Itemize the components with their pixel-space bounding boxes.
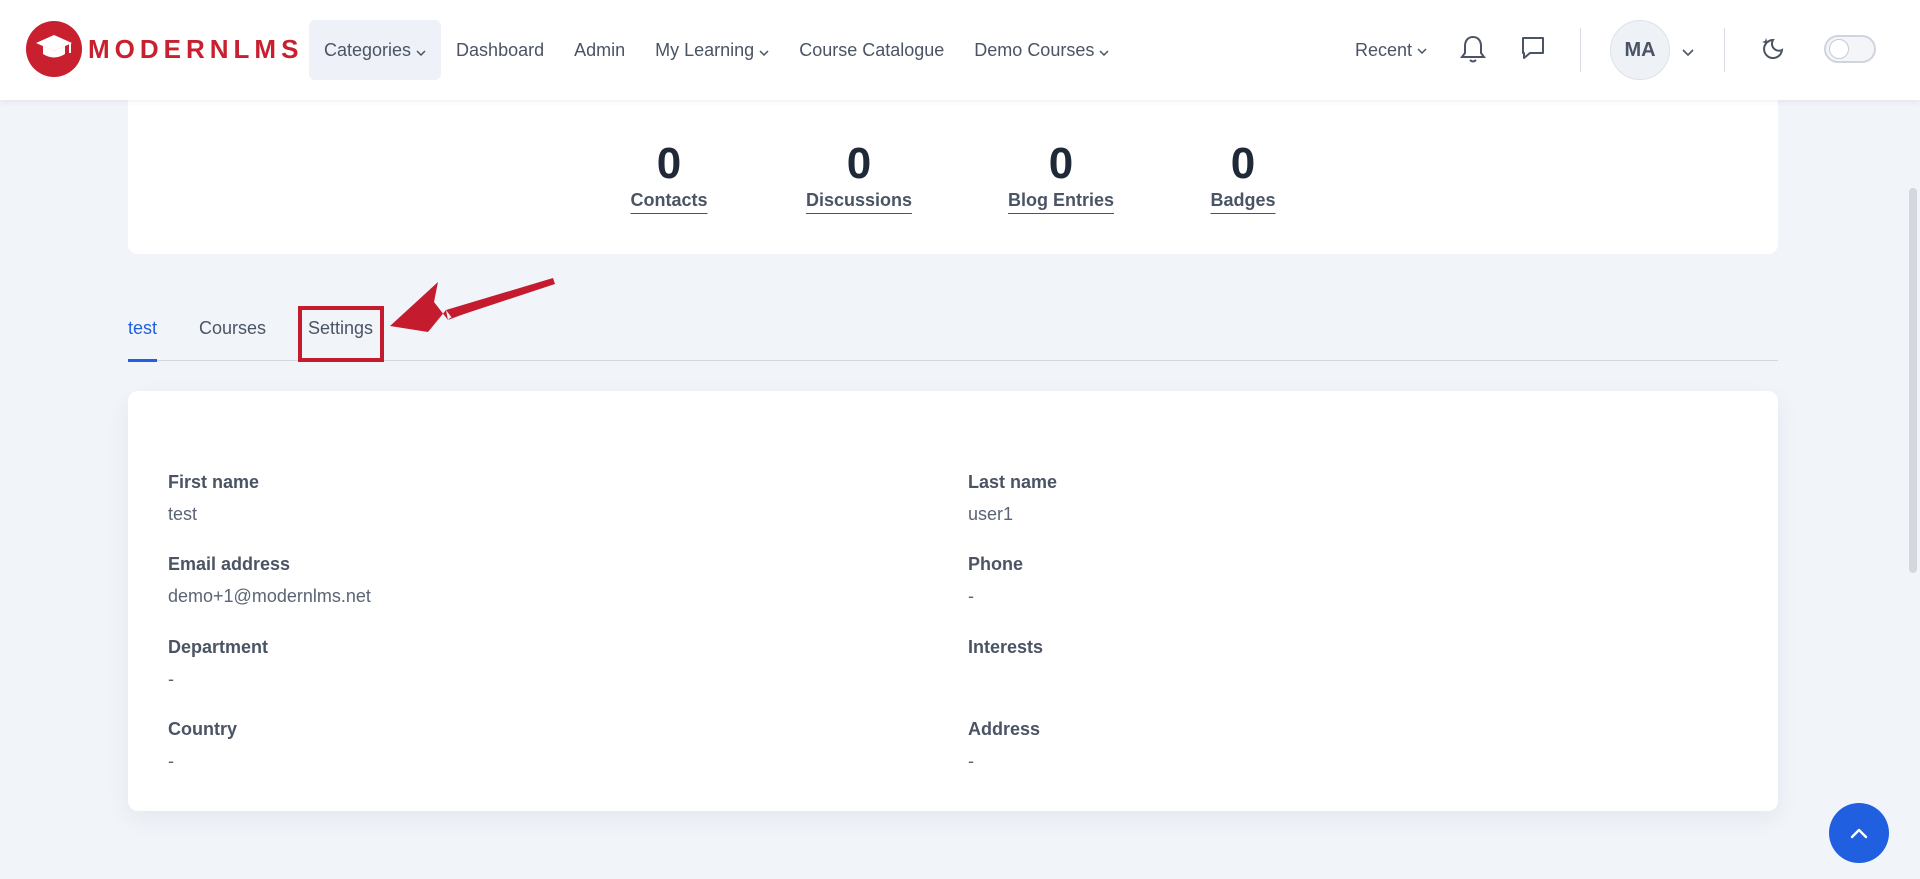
avatar[interactable]: MA <box>1610 20 1670 80</box>
stat-discussions: 0 Discussions <box>805 138 913 214</box>
field-department: Department - <box>168 636 268 690</box>
toggle-knob <box>1829 39 1849 59</box>
logo-text: MODERNLMS <box>88 33 304 64</box>
nav-course-catalogue[interactable]: Course Catalogue <box>784 20 959 80</box>
nav-demo-courses-label: Demo Courses <box>974 39 1095 60</box>
chevron-up-icon <box>1850 828 1868 839</box>
bell-icon[interactable] <box>1460 34 1486 69</box>
field-value: test <box>168 504 198 524</box>
field-phone: Phone - <box>968 553 1023 607</box>
nav-my-learning-label: My Learning <box>655 39 755 60</box>
stat-badges: 0 Badges <box>1210 138 1276 214</box>
top-navigation-bar: MODERNLMS Categories Dashboard Admin My … <box>0 0 1920 100</box>
nav-admin-label: Admin <box>574 39 626 60</box>
field-value: user1 <box>968 504 1014 524</box>
chevron-down-icon <box>1099 40 1109 61</box>
scrollbar-thumb[interactable] <box>1909 188 1917 573</box>
tab-test[interactable]: test <box>128 318 158 362</box>
stat-contacts-link[interactable]: Contacts <box>630 190 708 214</box>
stat-value: 0 <box>846 139 872 188</box>
field-label: Interests <box>968 637 1044 657</box>
chevron-down-icon <box>1417 41 1427 59</box>
stat-value: 0 <box>1048 139 1074 188</box>
profile-stats-card: 0 Contacts 0 Discussions 0 Blog Entries … <box>128 80 1778 254</box>
field-label: Address <box>968 719 1041 739</box>
field-country: Country - <box>168 718 237 772</box>
nav-categories[interactable]: Categories <box>309 20 442 80</box>
chat-icon[interactable] <box>1519 34 1547 67</box>
field-label: Last name <box>968 472 1058 492</box>
field-value: demo+1@modernlms.net <box>168 586 371 606</box>
field-value: - <box>968 586 974 606</box>
stat-value: 0 <box>1230 139 1256 188</box>
tab-courses[interactable]: Courses <box>199 318 266 359</box>
field-label: First name <box>168 472 260 492</box>
field-value: - <box>968 751 974 771</box>
field-label: Country <box>168 719 237 739</box>
nav-admin[interactable]: Admin <box>559 20 640 80</box>
field-interests: Interests <box>968 636 1043 668</box>
chevron-down-icon <box>759 40 769 61</box>
chevron-down-icon <box>416 40 426 61</box>
nav-course-catalogue-label: Course Catalogue <box>799 39 945 60</box>
back-to-top-button[interactable] <box>1829 803 1889 863</box>
stat-blog-entries: 0 Blog Entries <box>1007 138 1115 214</box>
field-address: Address - <box>968 718 1040 772</box>
annotation-arrow-icon <box>390 278 555 332</box>
recent-dropdown[interactable]: Recent <box>1340 20 1427 80</box>
field-label: Department <box>168 637 269 657</box>
theme-toggle[interactable] <box>1824 35 1876 63</box>
field-first-name: First name test <box>168 471 259 525</box>
moon-sparkle-icon[interactable] <box>1760 34 1790 69</box>
header-divider <box>1724 28 1725 72</box>
graduation-cap-logo-icon <box>26 21 82 77</box>
field-last-name: Last name user1 <box>968 471 1057 525</box>
profile-details-card: First name test Last name user1 Email ad… <box>128 391 1778 811</box>
field-email: Email address demo+1@modernlms.net <box>168 553 371 607</box>
header-divider <box>1580 28 1581 72</box>
stat-discussions-link[interactable]: Discussions <box>805 190 913 214</box>
avatar-initials: MA <box>1624 38 1656 61</box>
nav-demo-courses[interactable]: Demo Courses <box>959 20 1124 80</box>
page-scrollbar[interactable] <box>1906 100 1920 879</box>
nav-dashboard-label: Dashboard <box>456 39 545 60</box>
logo[interactable]: MODERNLMS <box>26 21 303 77</box>
field-value: - <box>168 669 174 689</box>
stat-blog-entries-link[interactable]: Blog Entries <box>1007 190 1115 214</box>
field-label: Phone <box>968 554 1024 574</box>
stat-badges-link[interactable]: Badges <box>1210 190 1276 214</box>
stat-contacts: 0 Contacts <box>630 138 708 214</box>
field-label: Email address <box>168 554 291 574</box>
annotation-highlight-box <box>298 306 384 362</box>
chevron-down-icon[interactable] <box>1682 44 1694 62</box>
field-value: - <box>168 751 174 771</box>
main-nav: Categories Dashboard Admin My Learning C… <box>309 20 1124 80</box>
recent-label: Recent <box>1355 39 1413 60</box>
nav-categories-label: Categories <box>324 39 412 60</box>
stat-value: 0 <box>656 139 682 188</box>
nav-dashboard[interactable]: Dashboard <box>441 20 559 80</box>
nav-my-learning[interactable]: My Learning <box>640 20 784 80</box>
